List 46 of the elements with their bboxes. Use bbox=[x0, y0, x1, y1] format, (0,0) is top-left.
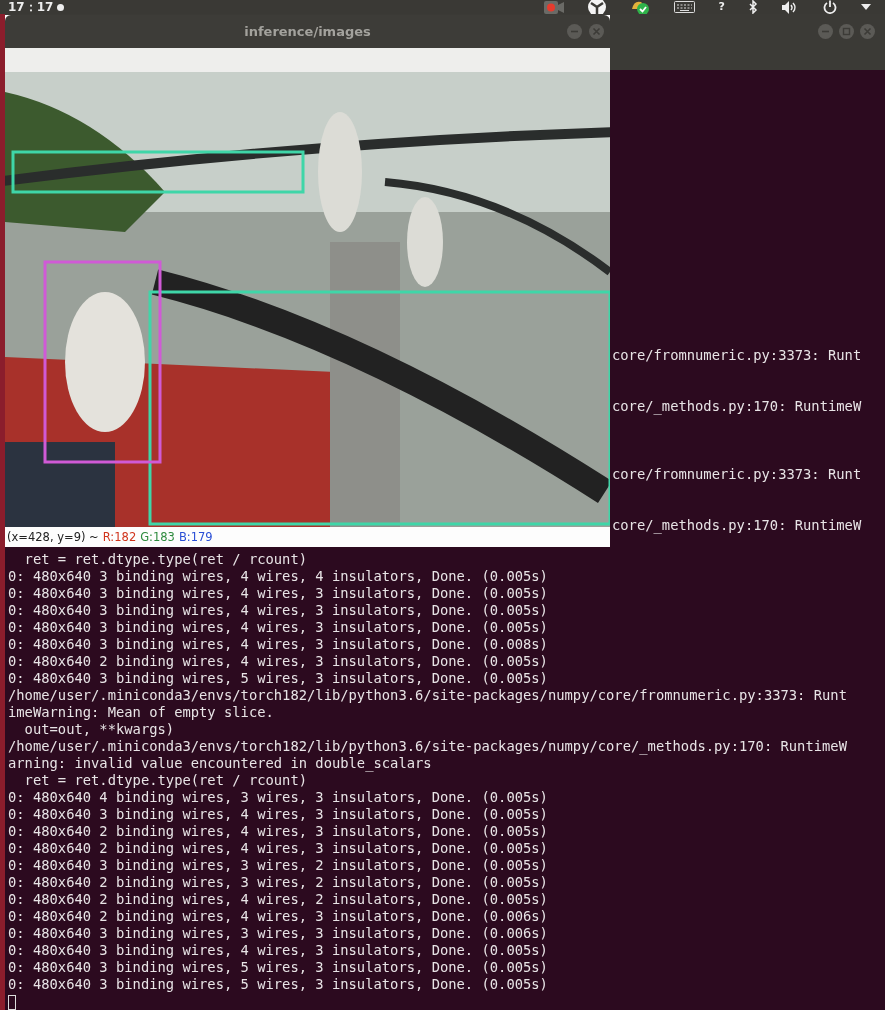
video-camera-icon[interactable] bbox=[543, 0, 564, 14]
terminal-line: 0: 480x640 2 binding wires, 4 wires, 3 insulators, Done. (0.005s) bbox=[8, 653, 548, 669]
pixel-value: B:179 bbox=[178, 530, 213, 544]
terminal-line: 0: 480x640 3 binding wires, 4 wires, 3 insulators, Done. (0.008s) bbox=[8, 636, 548, 652]
terminal-line: 0: 480x640 3 binding wires, 4 wires, 3 insulators, Done. (0.005s) bbox=[8, 942, 548, 958]
help-indicator[interactable]: ? bbox=[718, 0, 725, 14]
terminal-line: 0: 480x640 2 binding wires, 3 wires, 2 insulators, Done. (0.005s) bbox=[8, 874, 548, 890]
terminal-line: 0: 480x640 3 binding wires, 4 wires, 4 insulators, Done. (0.005s) bbox=[8, 568, 548, 584]
text-cursor bbox=[8, 994, 16, 1010]
pixel-value: R:182 bbox=[102, 530, 137, 544]
terminal-line: /home/user/.miniconda3/envs/torch182/lib/python3.6/site-packages/numpy/core/fromnumeric.py:3373: Runt bbox=[8, 687, 847, 703]
terminal-line: ret = ret.dtype.type(ret / rcount) bbox=[23, 551, 308, 567]
power-icon[interactable] bbox=[823, 0, 837, 14]
terminal-line: core/_methods.py:170: RuntimeW bbox=[612, 398, 862, 414]
terminal-line: 0: 480x640 3 binding wires, 5 wires, 3 insulators, Done. (0.005s) bbox=[8, 959, 548, 975]
terminal-line: 0: 480x640 2 binding wires, 4 wires, 2 insulators, Done. (0.005s) bbox=[8, 891, 548, 907]
terminal-line: core/_methods.py:170: RuntimeW bbox=[612, 517, 862, 533]
clock[interactable]: 17：17 bbox=[8, 0, 54, 14]
terminal-line: 0: 480x640 2 binding wires, 4 wires, 3 insulators, Done. (0.005s) bbox=[8, 823, 548, 839]
terminal-line: 0: 480x640 4 binding wires, 3 wires, 3 insulators, Done. (0.005s) bbox=[8, 789, 548, 805]
cursor-position: (x=428, y=9) ~ bbox=[7, 530, 99, 544]
terminal-line: ret = ret.dtype.type(ret / rcount) bbox=[23, 772, 308, 788]
bluetooth-icon[interactable] bbox=[749, 0, 758, 14]
terminal-line: 0: 480x640 3 binding wires, 4 wires, 3 insulators, Done. (0.005s) bbox=[8, 806, 548, 822]
terminal-line: 0: 480x640 3 binding wires, 5 wires, 3 insulators, Done. (0.005s) bbox=[8, 670, 548, 686]
volume-icon[interactable] bbox=[782, 0, 799, 14]
terminal-line: arning: invalid value encountered in double_scalars bbox=[8, 755, 432, 771]
terminal-line: 0: 480x640 2 binding wires, 4 wires, 3 insulators, Done. (0.006s) bbox=[8, 908, 548, 924]
terminal-line: 0: 480x640 3 binding wires, 4 wires, 3 insulators, Done. (0.005s) bbox=[8, 619, 548, 635]
terminal-line: 0: 480x640 3 binding wires, 4 wires, 3 insulators, Done. (0.005s) bbox=[8, 602, 548, 618]
keyboard-icon[interactable] bbox=[673, 1, 695, 13]
terminal-line: core/fromnumeric.py:3373: Runt bbox=[612, 347, 862, 363]
window-title: inference/images bbox=[244, 24, 371, 39]
terminal-line: 0: 480x640 3 binding wires, 5 wires, 3 insulators, Done. (0.005s) bbox=[8, 976, 548, 992]
terminal-line: imeWarning: Mean of empty slice. bbox=[8, 704, 274, 720]
terminal-line: 0: 480x640 3 binding wires, 4 wires, 3 insulators, Done. (0.005s) bbox=[8, 585, 548, 601]
terminal-line: 0: 480x640 2 binding wires, 4 wires, 3 insulators, Done. (0.005s) bbox=[8, 840, 548, 856]
notification-dot-icon bbox=[57, 3, 65, 11]
terminal-line: /home/user/.miniconda3/envs/torch182/lib/python3.6/site-packages/numpy/core/_methods.py:170: RuntimeW bbox=[8, 738, 847, 754]
pixel-value: G:183 bbox=[140, 530, 175, 544]
terminal-line: core/fromnumeric.py:3373: Runt bbox=[612, 466, 862, 482]
caret-icon[interactable] bbox=[861, 4, 871, 10]
terminal-line: 0: 480x640 3 binding wires, 3 wires, 2 insulators, Done. (0.005s) bbox=[8, 857, 548, 873]
check-badge-icon[interactable] bbox=[629, 0, 650, 15]
terminal-line: out=out, **kwargs) bbox=[23, 721, 175, 737]
terminal-line: 0: 480x640 3 binding wires, 3 wires, 3 insulators, Done. (0.006s) bbox=[8, 925, 548, 941]
